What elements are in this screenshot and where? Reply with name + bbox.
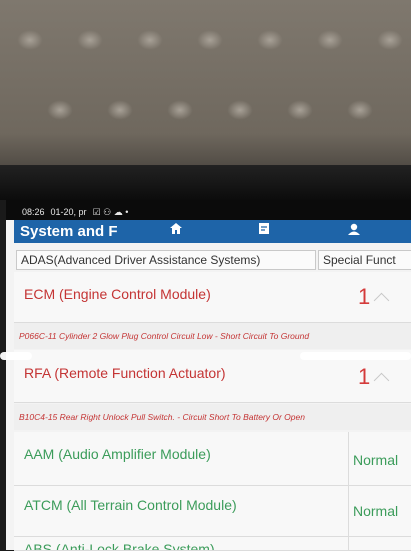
- dtc-line: P066C-11 Cylinder 2 Glow Plug Control Ci…: [14, 323, 411, 349]
- dtc-line: B10C4-15 Rear Right Unlock Pull Switch. …: [14, 404, 411, 430]
- fault-count: 1: [358, 284, 390, 310]
- chevron-up-icon[interactable]: [373, 292, 390, 309]
- module-row-atcm[interactable]: ATCM (All Terrain Control Module) Normal: [14, 486, 411, 537]
- fault-count: 1: [358, 364, 390, 390]
- report-icon[interactable]: [254, 222, 274, 240]
- module-row-abs[interactable]: ABS (Anti-Lock Brake System): [14, 537, 411, 551]
- module-name: RFA (Remote Function Actuator): [24, 365, 226, 381]
- glare-reflection: [0, 352, 32, 360]
- glare-reflection: [300, 352, 411, 360]
- home-icon[interactable]: [166, 222, 186, 240]
- status-date: 01-20, pr: [50, 207, 87, 217]
- chevron-up-icon[interactable]: [373, 372, 390, 389]
- notification-icon: ☑ ⚇ ☁ •: [92, 206, 129, 217]
- status-normal: Normal: [353, 503, 399, 519]
- column-divider: [348, 432, 349, 550]
- status-normal: Normal: [353, 452, 399, 468]
- module-name: ECM (Engine Control Module): [24, 286, 211, 302]
- tab-special-functions[interactable]: Special Funct: [318, 250, 411, 270]
- page-title: System and F: [20, 223, 118, 240]
- module-name: ATCM (All Terrain Control Module): [24, 497, 237, 513]
- device-bezel: [0, 165, 411, 200]
- module-row-aam[interactable]: AAM (Audio Amplifier Module) Normal: [14, 432, 411, 486]
- module-name: AAM (Audio Amplifier Module): [24, 446, 211, 462]
- module-row-ecm[interactable]: ECM (Engine Control Module) 1: [14, 272, 411, 323]
- status-time: 08:26: [22, 207, 45, 217]
- category-tabs: ADAS(Advanced Driver Assistance Systems)…: [14, 247, 411, 271]
- user-icon[interactable]: [344, 222, 364, 240]
- tab-adas[interactable]: ADAS(Advanced Driver Assistance Systems): [16, 250, 316, 270]
- tablet-surface-background: [0, 0, 411, 190]
